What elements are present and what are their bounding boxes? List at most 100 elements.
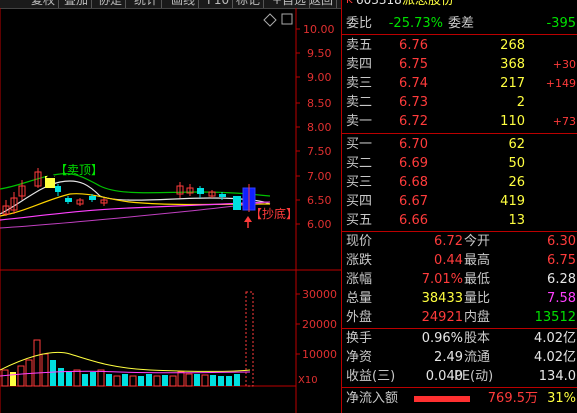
price-tick: 9.50 xyxy=(307,47,332,60)
bid-volume: 26 xyxy=(508,175,525,190)
net-asset-label: 净资 xyxy=(346,350,373,365)
ask-volume: 110 xyxy=(500,114,525,129)
toolbar-button-zixuan[interactable]: +自选 xyxy=(269,0,311,8)
price-tick: 6.00 xyxy=(307,218,332,231)
volume-ratio: 7.58 xyxy=(547,291,576,306)
toolbar-button-huaxian[interactable]: 画线 xyxy=(168,0,200,8)
ask-volume: 268 xyxy=(500,38,525,53)
volume-unit: X10 xyxy=(298,375,318,386)
quote-row-pct: 涨幅 7.01% 最低 6.28 xyxy=(342,270,577,289)
price-tick: 7.00 xyxy=(307,170,332,183)
bid-volume: 62 xyxy=(508,137,525,152)
low-price: 6.28 xyxy=(547,272,576,287)
bid-volume: 50 xyxy=(508,156,525,171)
ask-row[interactable]: 卖一 6.72 110 +73 xyxy=(342,112,577,131)
price-tick: 6.50 xyxy=(307,194,332,207)
bid-price: 6.69 xyxy=(399,156,428,171)
bid-label: 买四 xyxy=(346,194,373,209)
stock-code: 603318 xyxy=(356,0,402,7)
quote-row-change: 涨跌 0.44 最高 6.75 xyxy=(342,251,577,270)
stock-name: 派思股份 xyxy=(402,0,455,8)
ask-label: 卖二 xyxy=(346,95,373,110)
change-label: 涨跌 xyxy=(346,253,373,268)
ask-row[interactable]: 卖五 6.76 268 xyxy=(342,36,577,55)
bid-row[interactable]: 买三 6.68 26 xyxy=(342,173,577,192)
ask-volume: 368 xyxy=(500,57,525,72)
bid-row[interactable]: 买五 6.66 13 xyxy=(342,211,577,230)
price-tick: 7.50 xyxy=(307,145,332,158)
sell-top-label: 【卖顶】 xyxy=(55,163,103,177)
ask-label: 卖四 xyxy=(346,57,373,72)
ask-price: 6.73 xyxy=(399,95,428,110)
buy-bottom-annotation: 【抄底】 xyxy=(244,206,298,228)
price-tick: 10.00 xyxy=(303,23,335,36)
sell-top-annotation: 【卖顶】 xyxy=(46,163,103,178)
toolbar-button-fanhui[interactable]: 返回 xyxy=(306,0,338,8)
bid-price: 6.66 xyxy=(399,213,428,228)
low-label: 最低 xyxy=(464,272,491,287)
netflow-pct: 31% xyxy=(547,391,576,406)
fund-row-turnover: 换手 0.96% 股本 4.02亿 xyxy=(342,329,577,348)
stock-header: K 603318 派思股份 xyxy=(342,0,577,10)
bid-price: 6.68 xyxy=(399,175,428,190)
ask-price: 6.72 xyxy=(399,114,428,129)
volume-tick: 30000 xyxy=(302,288,337,301)
quote-row-volume: 总量 38433 量比 7.58 xyxy=(342,289,577,308)
current-price: 6.72 xyxy=(434,234,463,249)
price-tick: 8.50 xyxy=(307,97,332,110)
ask-change: +149 xyxy=(545,77,576,90)
netflow-row: 净流入额 769.5万 31% xyxy=(342,389,577,408)
ask-row[interactable]: 卖四 6.75 368 +30 xyxy=(342,55,577,74)
inner-volume-label: 内盘 xyxy=(464,310,491,325)
toolbar-button-tongji[interactable]: 统计 xyxy=(131,0,163,8)
chart-options-icon[interactable] xyxy=(263,13,293,27)
toolbar-button-biaoji[interactable]: 标记 xyxy=(233,0,265,8)
ask-row[interactable]: 卖二 6.73 2 xyxy=(342,93,577,112)
ask-change: +73 xyxy=(552,115,576,128)
toolbar-button-xieshi[interactable]: 协是 xyxy=(95,0,127,8)
toolbar-button-diejia[interactable]: 叠加 xyxy=(61,0,93,8)
toolbar-button-fuquan[interactable]: 复权 xyxy=(28,0,60,8)
inner-volume: 13512 xyxy=(534,310,576,325)
share-capital: 4.02亿 xyxy=(534,331,576,346)
ask-price: 6.74 xyxy=(399,76,428,91)
eps-label: 收益(三) xyxy=(346,369,396,384)
bid-price: 6.67 xyxy=(399,194,428,209)
float-shares: 4.02亿 xyxy=(534,350,576,365)
outer-volume: 24921 xyxy=(421,310,463,325)
fund-row-eps: 收益(三) 0.040 PE(动) 134.0 xyxy=(342,367,577,386)
bid-row[interactable]: 买四 6.67 419 xyxy=(342,192,577,211)
weicha-label: 委差 xyxy=(448,16,475,31)
ask-volume: 217 xyxy=(500,76,525,91)
turnover-value: 0.96% xyxy=(421,331,463,346)
price-tick: 9.00 xyxy=(307,71,332,84)
volume-tick: 10000 xyxy=(302,348,337,361)
weibi-value: -25.73% xyxy=(388,16,443,31)
netflow-bar xyxy=(414,396,470,402)
high-label: 最高 xyxy=(464,253,491,268)
change-pct-label: 涨幅 xyxy=(346,272,373,287)
bid-label: 买五 xyxy=(346,213,373,228)
bid-label: 买一 xyxy=(346,137,373,152)
change-pct: 7.01% xyxy=(421,272,463,287)
bid-price: 6.70 xyxy=(399,137,428,152)
netflow-value: 769.5万 xyxy=(487,391,538,406)
ask-label: 卖一 xyxy=(346,114,373,129)
current-price-label: 现价 xyxy=(346,234,373,249)
bid-row[interactable]: 买二 6.69 50 xyxy=(342,154,577,173)
total-volume: 38433 xyxy=(421,291,463,306)
weibi-row: 委比 -25.73% 委差 -395 xyxy=(342,14,577,33)
open-price: 6.30 xyxy=(547,234,576,249)
quote-panel: K 603318 派思股份 委比 -25.73% 委差 -395 卖五 6.76… xyxy=(341,0,577,413)
quote-row-price: 现价 6.72 今开 6.30 xyxy=(342,232,577,251)
kline-chart[interactable]: 10.00 9.50 9.00 8.50 8.00 7.50 7.00 6.50… xyxy=(0,8,341,413)
ask-label: 卖三 xyxy=(346,76,373,91)
bid-volume: 419 xyxy=(500,194,525,209)
pe-label: PE(动) xyxy=(454,369,494,384)
high-price: 6.75 xyxy=(547,253,576,268)
bid-row[interactable]: 买一 6.70 62 xyxy=(342,135,577,154)
bid-label: 买三 xyxy=(346,175,373,190)
toolbar-button-f10[interactable]: F10 xyxy=(204,0,234,8)
total-volume-label: 总量 xyxy=(346,291,373,306)
ask-row[interactable]: 卖三 6.74 217 +149 xyxy=(342,74,577,93)
